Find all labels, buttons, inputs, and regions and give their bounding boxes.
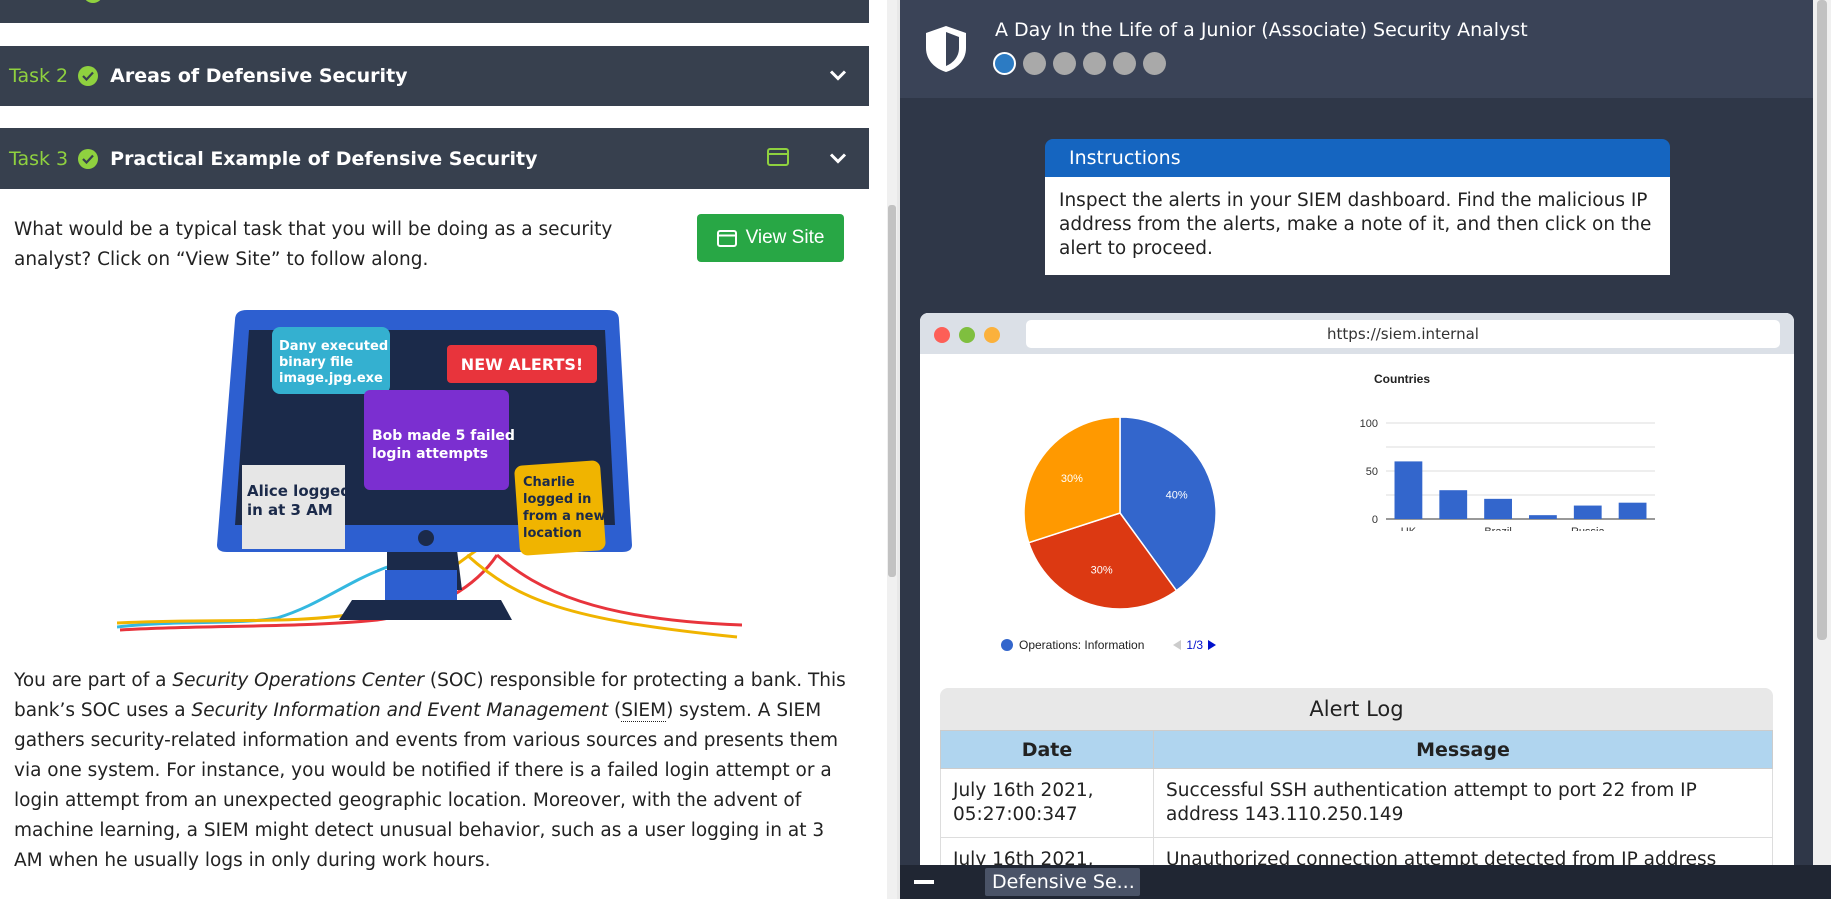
alert-message: Unauthorized connection attempt detected… xyxy=(1153,837,1773,865)
left-scrollbar[interactable] xyxy=(887,0,897,899)
bar xyxy=(1439,490,1468,519)
task-3-body: What would be a typical task that you wi… xyxy=(0,189,869,899)
chevron-down-icon[interactable] xyxy=(829,149,847,168)
check-icon xyxy=(78,148,99,169)
progress-dot xyxy=(1053,52,1076,75)
task-title: Practical Example of Defensive Security xyxy=(110,147,538,170)
alert-table: Date Message July 16th 2021, 05:27:00:34… xyxy=(940,730,1773,865)
site-header: A Day In the Life of a Junior (Associate… xyxy=(900,0,1813,98)
scrollbar-thumb[interactable] xyxy=(1817,0,1827,640)
legend-label: Operations: Information xyxy=(1019,638,1145,652)
new-alerts-label: NEW ALERTS! xyxy=(461,355,583,374)
bar xyxy=(1484,498,1512,519)
progress-dot xyxy=(1023,52,1046,75)
task-1-header[interactable] xyxy=(0,0,869,23)
task-number: Task 3 xyxy=(9,147,69,170)
check-icon xyxy=(78,66,99,86)
bar xyxy=(1394,461,1423,519)
countries-bar-chart: Countries050100UKUSBrazilChinaRussiaN. K… xyxy=(1360,372,1655,531)
legend-page: 1/3 xyxy=(1186,638,1204,652)
chevron-down-icon[interactable] xyxy=(829,67,847,86)
address-bar: https://siem.internal xyxy=(1026,320,1780,348)
progress-dots xyxy=(993,52,1166,75)
progress-dot xyxy=(993,52,1016,75)
view-site-button[interactable]: View Site xyxy=(697,214,844,262)
instructions-title: Instructions xyxy=(1045,139,1670,177)
instructions-body: Inspect the alerts in your SIEM dashboar… xyxy=(1045,177,1670,275)
siem-paragraph: You are part of a Security Operations Ce… xyxy=(14,666,854,876)
alert-date: July 16th 2021, 05:27:00:347 xyxy=(940,768,1154,838)
x-tick-label: UK xyxy=(1401,526,1417,531)
soc-term: Security Operations Center xyxy=(172,670,425,691)
column-header-message: Message xyxy=(1153,730,1773,769)
task-2-header[interactable]: Task 2 Areas of Defensive Security xyxy=(0,46,869,106)
minimize-icon[interactable] xyxy=(914,880,934,884)
bar xyxy=(1573,505,1602,519)
progress-dot xyxy=(1143,52,1166,75)
task-panel: Task 2 Areas of Defensive Security Task … xyxy=(0,0,887,899)
alert-row[interactable]: July 16th 2021, 05:27:00:347 Successful … xyxy=(940,768,1773,838)
close-dot xyxy=(934,327,950,343)
alert-date: July 16th 2021, xyxy=(940,837,1154,865)
chart-title: Countries xyxy=(1374,372,1430,386)
pie-chart: 40% 30% 30% xyxy=(1023,416,1217,610)
legend-pager[interactable]: 1/3 xyxy=(1172,638,1217,652)
static-site-panel: A Day In the Life of a Junior (Associate… xyxy=(900,0,1813,865)
paragraph-text: You are part of a xyxy=(14,670,173,691)
check-icon xyxy=(83,0,103,3)
paragraph-text: ) system. A SIEM gathers security-relate… xyxy=(14,700,839,871)
alert-log: Alert Log Date Message July 16th 2021, 0… xyxy=(940,688,1773,865)
column-header-date: Date xyxy=(940,730,1154,769)
task-title: Areas of Defensive Security xyxy=(110,65,408,87)
instructions-card: Instructions Inspect the alerts in your … xyxy=(1045,139,1670,275)
alert-log-title: Alert Log xyxy=(940,688,1773,730)
alert-message: Successful SSH authentication attempt to… xyxy=(1153,768,1773,838)
intro-text: What would be a typical task that you wi… xyxy=(14,219,613,270)
right-scrollbar[interactable] xyxy=(1813,0,1831,865)
window-tab[interactable]: Defensive Se... xyxy=(985,868,1140,896)
siem-browser-window: https://siem.internal 40% 30% 30% Operatio… xyxy=(920,313,1794,865)
bar xyxy=(1529,515,1557,519)
browser-window-icon[interactable] xyxy=(767,147,789,170)
siem-term: Security Information and Event Managemen… xyxy=(191,700,609,721)
bottom-bar: Defensive Se... xyxy=(900,865,1831,899)
prev-arrow-icon[interactable] xyxy=(1172,639,1182,651)
bar xyxy=(1618,502,1647,519)
pie-slice-label: 30% xyxy=(1091,565,1113,577)
shield-icon xyxy=(926,26,966,72)
siem-abbreviation[interactable]: SIEM xyxy=(621,700,667,722)
y-tick-label: 50 xyxy=(1366,466,1378,478)
pie-slice-label: 40% xyxy=(1166,490,1188,502)
pie-legend: Operations: Information 1/3 xyxy=(1001,638,1217,652)
site-title: A Day In the Life of a Junior (Associate… xyxy=(995,19,1528,41)
alert-row[interactable]: July 16th 2021, Unauthorized connection … xyxy=(940,837,1773,865)
y-tick-label: 0 xyxy=(1372,514,1378,526)
siem-monitor-illustration: Dany executed binary file image.jpg.exe NE… xyxy=(117,310,742,639)
scrollbar-thumb[interactable] xyxy=(888,205,896,577)
paragraph-text: ( xyxy=(608,700,622,721)
pie-slice-label: 30% xyxy=(1061,473,1083,485)
y-tick-label: 100 xyxy=(1360,418,1378,430)
legend-swatch xyxy=(1001,639,1013,651)
x-tick-label: Russia xyxy=(1571,526,1606,531)
progress-dot xyxy=(1083,52,1106,75)
progress-dot xyxy=(1113,52,1136,75)
minimize-dot xyxy=(959,327,975,343)
browser-toolbar: https://siem.internal xyxy=(920,313,1794,354)
browser-window-icon xyxy=(716,229,737,247)
task-3-header[interactable]: Task 3 Practical Example of Defensive Se… xyxy=(0,128,869,189)
view-site-label: View Site xyxy=(745,227,825,248)
maximize-dot xyxy=(984,327,1000,343)
task-number: Task 2 xyxy=(9,65,69,87)
x-tick-label: Brazil xyxy=(1484,526,1512,531)
next-arrow-icon[interactable] xyxy=(1207,639,1217,651)
